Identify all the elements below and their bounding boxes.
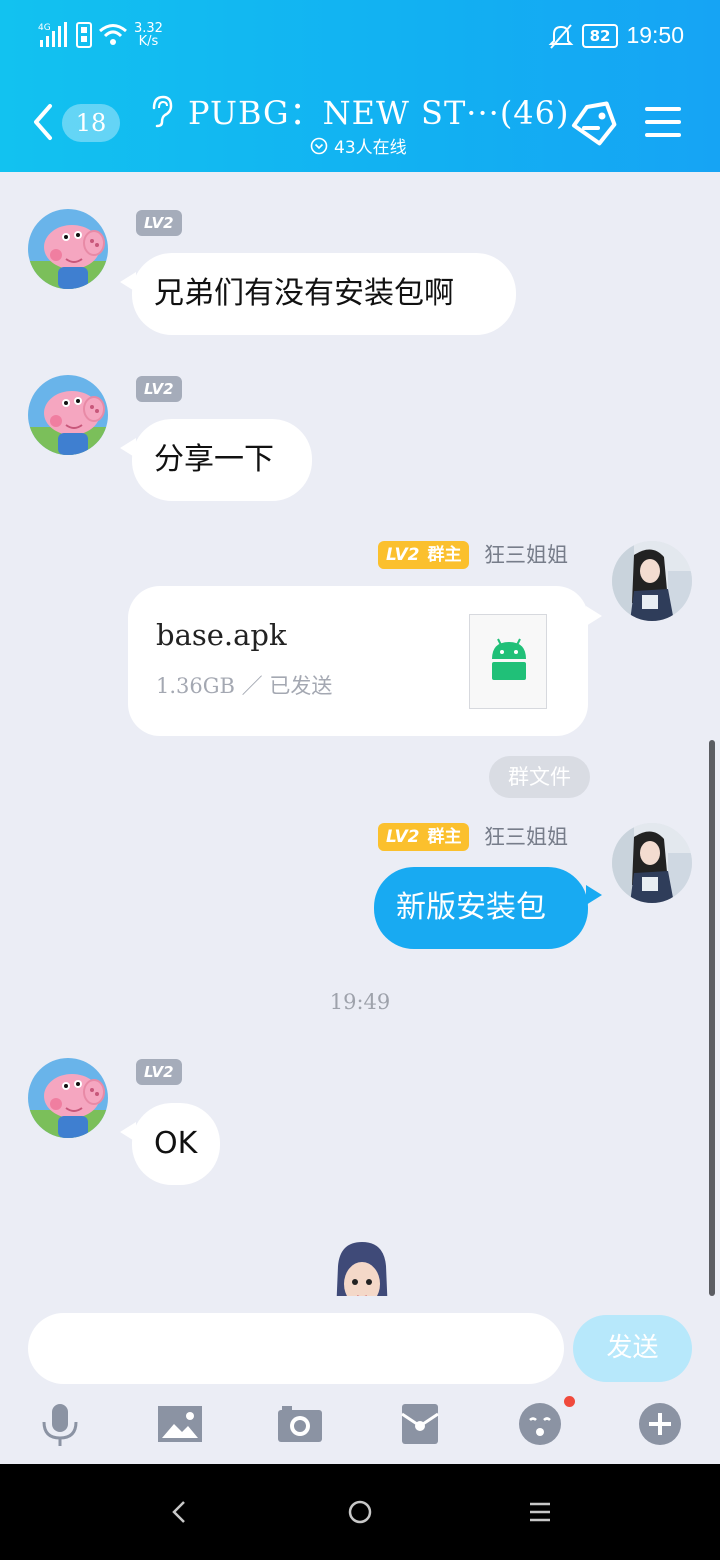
message-input[interactable] (28, 1313, 564, 1384)
level-text: LV2 (386, 827, 420, 847)
bubble-tail (586, 606, 602, 626)
file-thumbnail (469, 614, 547, 709)
file-meta: 1.36GB ／ 已发送 (156, 674, 333, 698)
role-text: 群主 (427, 827, 462, 847)
level-badge: LV2 (136, 376, 182, 402)
message-bubble[interactable]: 新版安装包 (374, 867, 588, 949)
battery-level: 82 (581, 23, 619, 48)
input-area: 发送 (0, 1296, 720, 1464)
menu-icon[interactable] (644, 104, 682, 140)
data-transfer-icon (76, 22, 92, 48)
unread-count-badge[interactable]: 18 (62, 104, 120, 142)
group-file-chip[interactable]: 群文件 (489, 756, 590, 798)
image-icon[interactable] (156, 1400, 204, 1448)
notification-dot (564, 1396, 575, 1407)
android-icon (492, 638, 526, 680)
chat-title[interactable]: PUBG：NEW ST···(46) (188, 88, 570, 134)
bubble-tail (586, 885, 602, 905)
nav-recents-icon[interactable] (520, 1494, 560, 1530)
signal-icon: 4G (38, 22, 67, 47)
message-bubble[interactable]: OK (132, 1103, 220, 1185)
file-message-card[interactable]: base.apk 1.36GB ／ 已发送 (128, 586, 588, 736)
status-right: 82 19:50 (548, 22, 684, 49)
tag-icon[interactable] (568, 98, 620, 150)
status-left: 4G 3.32 K/s (38, 22, 163, 48)
nav-home-icon[interactable] (340, 1494, 380, 1530)
level-text: LV2 (386, 545, 420, 565)
girl-avatar-icon (612, 541, 692, 621)
owner-level-badge: LV2 群主 (378, 823, 470, 851)
mute-bell-icon (548, 23, 573, 49)
owner-level-badge: LV2 群主 (378, 541, 470, 569)
camera-icon[interactable] (276, 1400, 324, 1448)
avatar[interactable] (612, 823, 692, 903)
mic-icon[interactable] (36, 1400, 84, 1448)
message-bubble[interactable]: 分享一下 (132, 419, 312, 501)
online-count-text: 43人在线 (334, 138, 407, 158)
scrollbar[interactable] (709, 740, 715, 1296)
sender-name: 狂三姐姐 (484, 543, 568, 567)
online-status[interactable]: 43人在线 (310, 133, 407, 158)
nav-back-icon[interactable] (160, 1494, 200, 1530)
net-speed: 3.32 K/s (134, 22, 163, 48)
peppa-avatar-icon (28, 391, 108, 455)
avatar[interactable] (612, 541, 692, 621)
sender-name: 狂三姐姐 (484, 825, 568, 849)
level-badge: LV2 (136, 1059, 182, 1085)
chat-header: 4G 3.32 K/s 82 19:50 18 PUBG：NEW ST···(4… (0, 0, 720, 172)
send-button[interactable]: 发送 (573, 1315, 692, 1382)
girl-avatar-icon (612, 823, 692, 903)
timestamp: 19:49 (329, 990, 391, 1014)
system-nav-bar (0, 1464, 720, 1560)
wifi-icon (99, 24, 127, 45)
peppa-avatar-icon (28, 225, 108, 289)
clock: 19:50 (626, 22, 684, 48)
file-name: base.apk (156, 618, 287, 652)
avatar[interactable] (28, 209, 108, 289)
net-speed-unit: K/s (138, 34, 159, 49)
emoji-icon[interactable] (516, 1400, 564, 1448)
chevron-down-circle-icon (310, 137, 328, 154)
level-badge: LV2 (136, 210, 182, 236)
svg-text:4G: 4G (38, 23, 51, 33)
plus-icon[interactable] (636, 1400, 684, 1448)
avatar[interactable] (28, 1058, 108, 1138)
red-packet-icon[interactable] (396, 1400, 444, 1448)
status-bar: 4G 3.32 K/s 82 19:50 (0, 0, 720, 72)
back-arrow-icon[interactable] (28, 100, 58, 144)
message-bubble[interactable]: 兄弟们有没有安装包啊 (132, 253, 516, 335)
role-text: 群主 (427, 545, 462, 565)
avatar[interactable] (28, 375, 108, 455)
ear-icon (152, 95, 173, 128)
peppa-avatar-icon (28, 1074, 108, 1138)
